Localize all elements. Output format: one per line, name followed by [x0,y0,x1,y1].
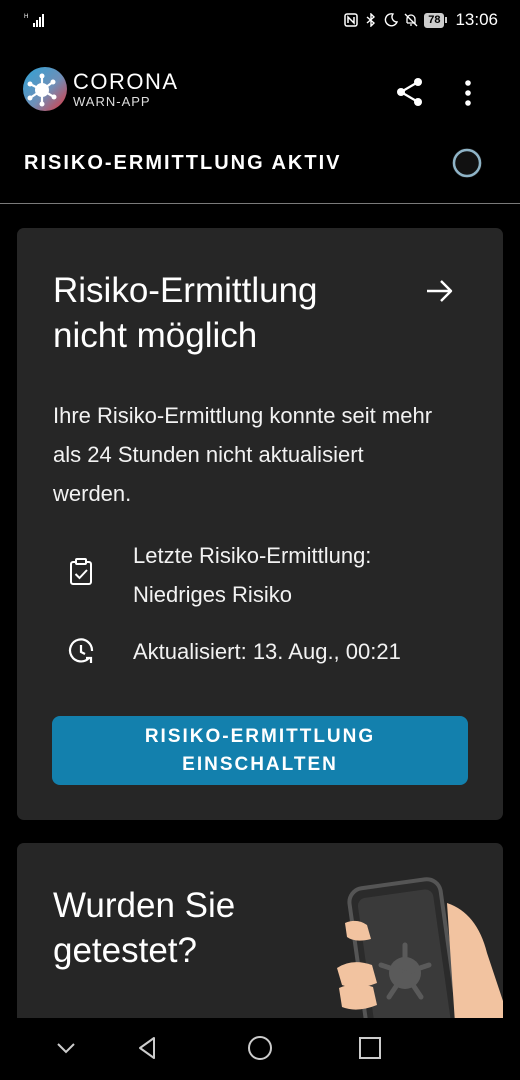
risk-status-label: RISIKO-ERMITTLUNG AKTIV [24,152,342,174]
arrow-right-icon[interactable] [425,278,455,304]
risk-card-title: Risiko-Ermittlung nicht möglich [53,271,318,355]
risk-status-row: RISIKO-ERMITTLUNG AKTIV [0,140,520,190]
test-card-title: Wurden Sie getestet? [53,886,236,970]
last-risk-value: Niedriges Risiko [133,582,292,607]
updated-text: Aktualisiert: 13. Aug., 00:21 [133,639,401,664]
spinner-icon [452,148,482,178]
recents-icon[interactable] [356,1034,384,1062]
last-risk-row: Letzte Risiko-Ermittlung: Niedriges Risi… [53,536,473,616]
moon-icon [384,13,399,27]
nfc-icon [344,13,358,27]
status-bar: H 78 13:06 [0,0,520,42]
last-risk-text: Letzte Risiko-Ermittlung: Niedriges Risi… [133,536,371,614]
updated-row: Aktualisiert: 13. Aug., 00:21 [53,632,473,672]
battery-icon: 78 [424,12,448,28]
app-bar: CORONA WARN-APP [0,60,520,130]
app-name: CORONA WARN-APP [73,70,179,110]
clipboard-check-icon [70,558,92,585]
more-vert-icon[interactable] [456,78,480,108]
app-title: CORONA [73,69,179,94]
clock: 13:06 [455,10,498,29]
back-icon[interactable] [134,1034,162,1062]
svg-text:H: H [24,14,28,20]
chevron-down-icon[interactable] [52,1034,80,1062]
risk-card-body: Ihre Risiko-Ermittlung konnte seit mehr … [53,403,433,506]
share-icon[interactable] [394,76,426,108]
enable-risk-detection-button[interactable]: RISIKO-ERMITTLUNG EINSCHALTEN [52,716,468,785]
mute-icon [404,13,418,27]
home-icon[interactable] [246,1034,274,1062]
enable-risk-detection-label: RISIKO-ERMITTLUNG EINSCHALTEN [144,725,376,775]
divider [0,203,520,204]
clock-refresh-icon [68,638,94,663]
risk-card[interactable]: Risiko-Ermittlung nicht möglich Ihre Ris… [17,228,503,820]
battery-level: 78 [424,12,445,28]
corona-warn-app-logo [23,67,67,111]
last-risk-label: Letzte Risiko-Ermittlung: [133,543,372,568]
system-nav-bar [0,1018,520,1080]
signal-icon: H [24,14,44,27]
app-subtitle: WARN-APP [73,94,151,109]
test-card[interactable]: Wurden Sie getestet? [17,843,503,1043]
bluetooth-icon [366,13,376,27]
